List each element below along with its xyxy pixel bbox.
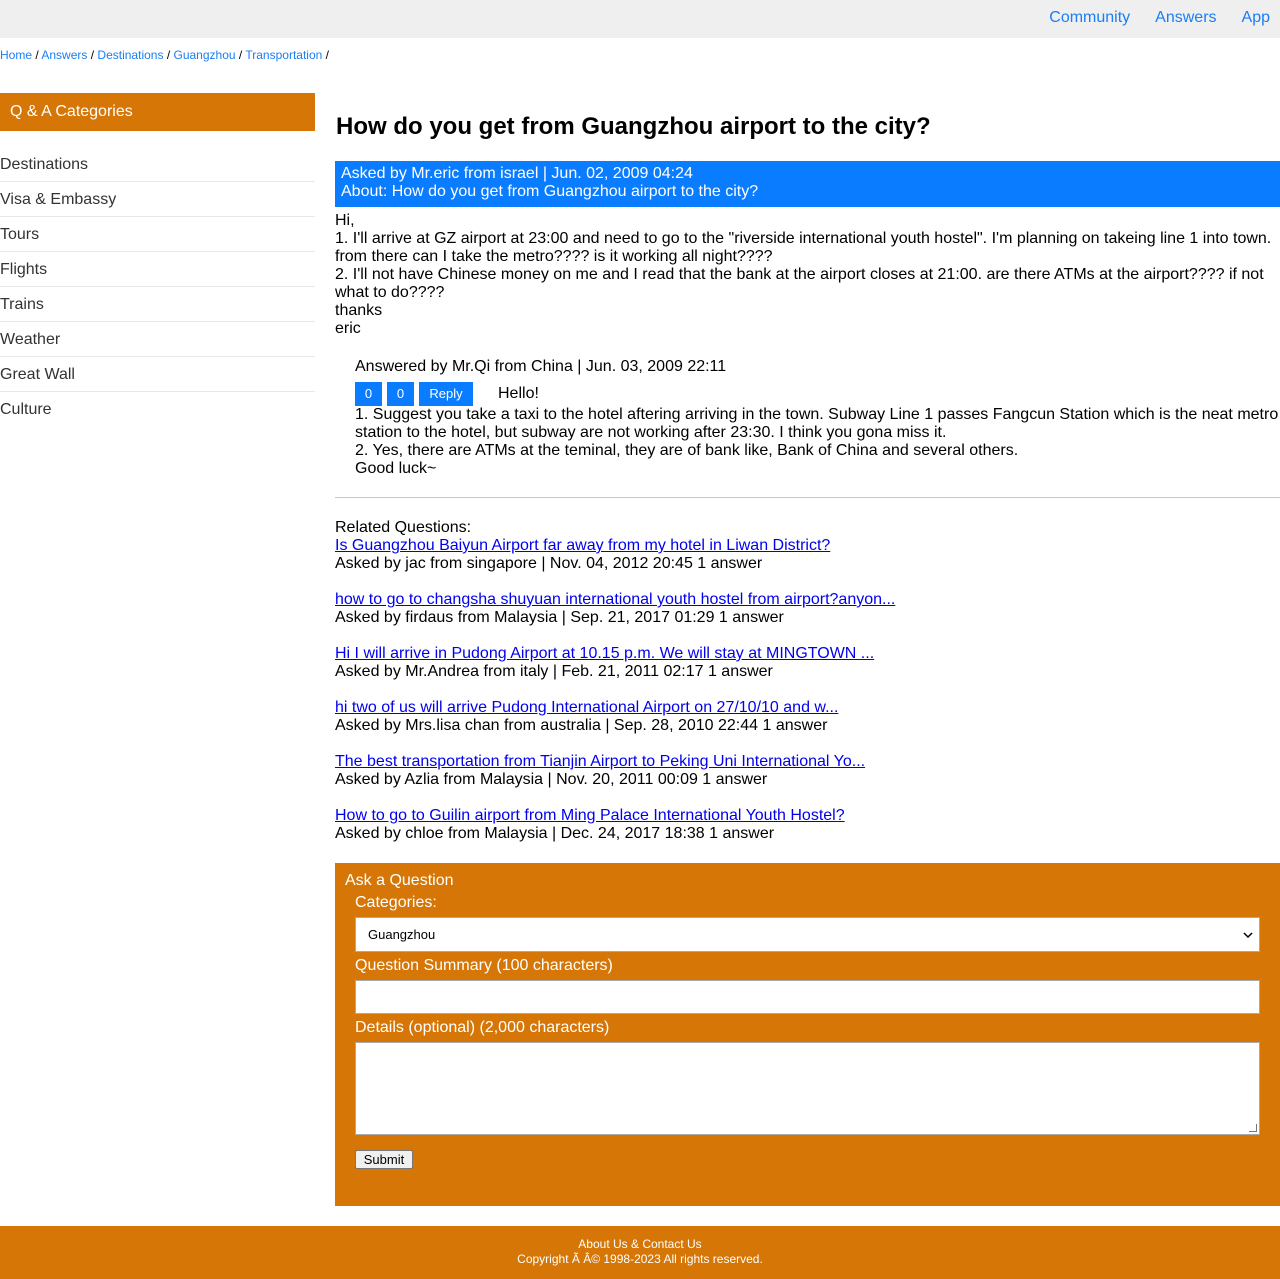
question-body-line: 1. I'll arrive at GZ airport at 23:00 an… [335,230,1272,265]
question-meta-box: Asked by Mr.eric from israel | Jun. 02, … [335,161,1280,207]
related-question-meta: Asked by chloe from Malaysia | Dec. 24, … [335,825,775,842]
ask-question-form: Ask a Question Categories: Guangzhou Que… [335,863,1280,1206]
category-select[interactable]: Guangzhou [355,917,1260,952]
sidebar-item-destinations[interactable]: Destinations [0,147,315,182]
top-nav: Community Answers App [1049,9,1270,27]
question-body-line: thanks [335,302,383,319]
related-question-meta: Asked by firdaus from Malaysia | Sep. 21… [335,609,784,626]
divider [335,497,1280,498]
sidebar-item-culture[interactable]: Culture [0,392,315,427]
submit-button[interactable]: Submit [355,1150,413,1169]
nav-app-link[interactable]: App [1242,9,1270,27]
answer-actions: 0 0 Reply Hello! [355,382,1280,406]
categories-label: Categories: [355,894,437,911]
footer-copyright: Copyright Ã Â© 1998-2023 All rights rese… [517,1252,763,1266]
footer: About Us & Contact Us Copyright Ã Â© 199… [0,1226,1280,1279]
related-question-meta: Asked by Mr.Andrea from italy | Feb. 21,… [335,663,773,680]
sidebar-item-great-wall[interactable]: Great Wall [0,357,315,392]
sidebar-item-visa-embassy[interactable]: Visa & Embassy [0,182,315,217]
breadcrumb-separator: / [35,48,39,62]
list-item: hi two of us will arrive Pudong Internat… [335,699,1280,735]
list-item: How to go to Guilin airport from Ming Pa… [335,807,1280,843]
reply-button[interactable]: Reply [419,382,473,406]
ask-title: Ask a Question [345,872,454,889]
summary-input[interactable] [355,980,1260,1014]
details-label: Details (optional) (2,000 characters) [355,1019,610,1036]
question-body: Hi, 1. I'll arrive at GZ airport at 23:0… [335,212,1280,338]
list-item: how to go to changsha shuyuan internatio… [335,591,1280,627]
breadcrumb-separator: / [90,48,95,62]
sidebar-item-weather[interactable]: Weather [0,322,315,357]
question-body-line: eric [335,320,361,337]
answer-body-line: Good luck~ [355,460,437,477]
sidebar-list: Destinations Visa & Embassy Tours Flight… [0,147,315,427]
category-select-value: Guangzhou [368,927,436,942]
breadcrumb-separator: / [238,48,243,62]
summary-label: Question Summary (100 characters) [355,957,613,974]
related-question-meta: Asked by Azlia from Malaysia | Nov. 20, … [335,771,768,788]
sidebar-item-trains[interactable]: Trains [0,287,315,322]
nav-community-link[interactable]: Community [1049,9,1130,27]
related-heading: Related Questions: [335,519,472,536]
ask-form-fields: Categories: Guangzhou Question Summary (… [355,894,1270,1169]
nav-answers-link[interactable]: Answers [1155,9,1216,27]
related-questions: Related Questions: Is Guangzhou Baiyun A… [335,519,1280,861]
chevron-down-icon [1243,931,1253,938]
sidebar-item-flights[interactable]: Flights [0,252,315,287]
question-about: About: How do you get from Guangzhou air… [341,183,759,200]
question-asked-by: Asked by Mr.eric from israel | Jun. 02, … [341,165,693,182]
list-item: The best transportation from Tianjin Air… [335,753,1280,789]
related-question-link[interactable]: The best transportation from Tianjin Air… [335,753,865,770]
question-body-line: Hi, [335,212,355,229]
sidebar-title: Q & A Categories [0,93,315,131]
related-question-link[interactable]: Is Guangzhou Baiyun Airport far away fro… [335,537,830,554]
related-question-meta: Asked by jac from singapore | Nov. 04, 2… [335,555,763,572]
question-title: How do you get from Guangzhou airport to… [336,113,931,140]
footer-links[interactable]: About Us & Contact Us [0,1237,1280,1252]
breadcrumb-home[interactable]: Home [0,48,32,62]
answer-first-line: Hello! [498,385,539,402]
breadcrumb-transportation[interactable]: Transportation [245,48,322,62]
breadcrumb-separator: / [325,48,329,62]
details-textarea[interactable] [355,1042,1260,1135]
breadcrumb-guangzhou[interactable]: Guangzhou [174,48,236,62]
related-question-link[interactable]: how to go to changsha shuyuan internatio… [335,591,895,608]
breadcrumb-separator: / [166,48,171,62]
answer-body-line: 1. Suggest you take a taxi to the hotel … [355,406,1279,441]
question-body-line: 2. I'll not have Chinese money on me and… [335,266,1264,301]
sidebar: Q & A Categories Destinations Visa & Emb… [0,93,315,427]
answer-body-line: 2. Yes, there are ATMs at the teminal, t… [355,442,1019,459]
related-question-link[interactable]: hi two of us will arrive Pudong Internat… [335,699,838,716]
answer: Answered by Mr.Qi from China | Jun. 03, … [355,358,1280,478]
related-question-meta: Asked by Mrs.lisa chan from australia | … [335,717,828,734]
answer-by: Answered by Mr.Qi from China | Jun. 03, … [355,358,727,375]
top-bar: Community Answers App [0,0,1280,38]
list-item: Is Guangzhou Baiyun Airport far away fro… [335,537,1280,573]
related-question-link[interactable]: How to go to Guilin airport from Ming Pa… [335,807,845,824]
breadcrumb-destinations[interactable]: Destinations [97,48,163,62]
breadcrumb-answers[interactable]: Answers [41,48,87,62]
downvote-button[interactable]: 0 [387,382,414,406]
resize-handle-icon[interactable] [1249,1124,1257,1132]
breadcrumb: Home / Answers / Destinations / Guangzho… [0,48,329,62]
upvote-button[interactable]: 0 [355,382,382,406]
list-item: Hi I will arrive in Pudong Airport at 10… [335,645,1280,681]
related-question-link[interactable]: Hi I will arrive in Pudong Airport at 10… [335,645,874,662]
sidebar-item-tours[interactable]: Tours [0,217,315,252]
